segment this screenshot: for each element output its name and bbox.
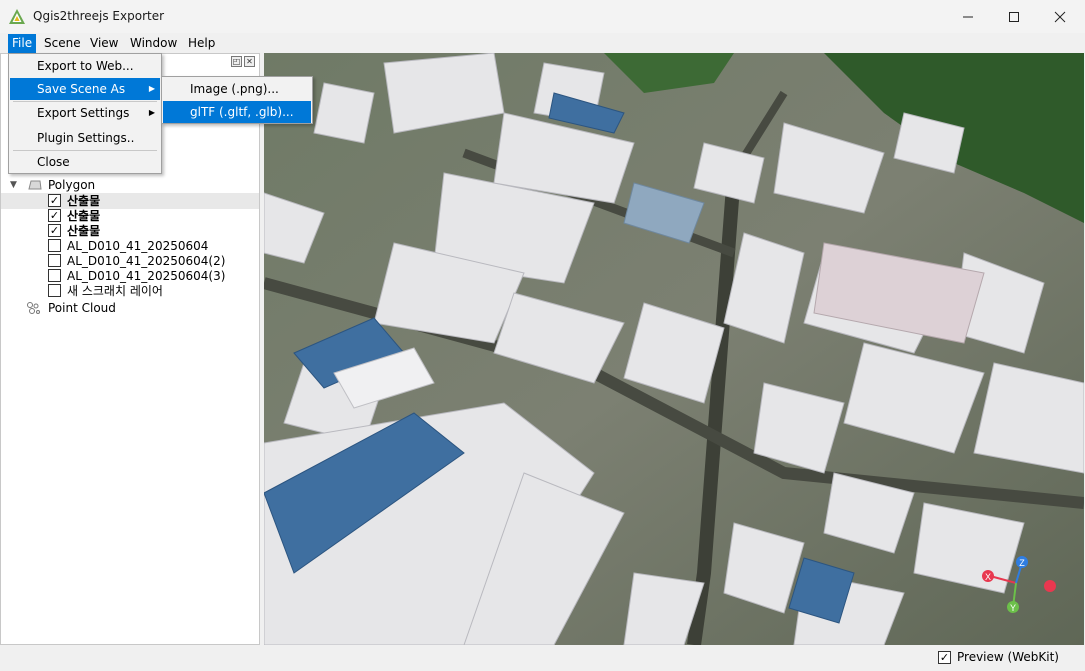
- layer-checkbox[interactable]: [48, 284, 61, 297]
- close-button[interactable]: [1037, 0, 1083, 33]
- menu-window[interactable]: Window: [126, 34, 181, 53]
- layer-label: AL_D010_41_20250604(3): [67, 269, 226, 283]
- layer-checkbox[interactable]: [48, 239, 61, 252]
- negative-axis-dot: [1044, 580, 1056, 592]
- menu-view-label: View: [90, 36, 119, 50]
- 3d-preview-viewport[interactable]: X Y Z: [264, 53, 1084, 645]
- menu-scene[interactable]: Scene: [40, 34, 85, 53]
- save-scene-as-submenu: Image (.png)... glTF (.gltf, .glb)...: [161, 76, 313, 124]
- layer-label: 새 스크래치 레이어: [67, 284, 163, 298]
- menu-plugin-settings-label: Plugin Settings..: [37, 131, 135, 145]
- menu-save-gltf[interactable]: glTF (.gltf, .glb)...: [163, 101, 311, 123]
- menu-save-image-png-label: Image (.png)...: [190, 82, 279, 96]
- menu-plugin-settings[interactable]: Plugin Settings..: [10, 127, 160, 149]
- menu-window-label: Window: [130, 36, 178, 50]
- layer-label: 산출물: [67, 224, 101, 238]
- tree-group-point-cloud-label: Point Cloud: [48, 301, 116, 315]
- menu-export-to-web-label: Export to Web...: [37, 59, 134, 73]
- layer-label: AL_D010_41_20250604: [67, 239, 209, 253]
- layer-label: AL_D010_41_20250604(2): [67, 254, 226, 268]
- menu-file[interactable]: File: [8, 34, 37, 53]
- menu-help[interactable]: Help: [184, 34, 219, 53]
- expand-arrow-icon[interactable]: ▼: [10, 177, 17, 193]
- menu-close-label: Close: [37, 155, 70, 169]
- menu-export-to-web[interactable]: Export to Web...: [10, 55, 160, 77]
- x-axis-label: X: [985, 572, 991, 582]
- menu-save-scene-as[interactable]: Save Scene As ▶: [10, 78, 160, 100]
- layer-row[interactable]: ✓ 산출물: [1, 193, 259, 209]
- layer-checkbox[interactable]: ✓: [48, 209, 61, 222]
- float-panel-button[interactable]: ◰: [231, 56, 242, 67]
- aerial-city-scene: [264, 53, 1084, 645]
- menu-close[interactable]: Close: [10, 151, 160, 173]
- minimize-icon: [963, 16, 973, 17]
- layer-checkbox[interactable]: ✓: [48, 194, 61, 207]
- maximize-button[interactable]: [991, 0, 1037, 33]
- point-cloud-icon: [27, 302, 40, 314]
- menu-export-settings[interactable]: Export Settings ▶: [10, 102, 160, 124]
- menu-save-scene-as-label: Save Scene As: [37, 82, 126, 96]
- y-axis-label: Y: [1010, 603, 1016, 613]
- file-menu-dropdown: Export to Web... Save Scene As ▶ Export S…: [8, 53, 162, 174]
- menu-help-label: Help: [188, 36, 216, 50]
- submenu-arrow-icon: ▶: [148, 108, 155, 117]
- status-bar: [0, 645, 1085, 671]
- close-icon: [1054, 11, 1066, 22]
- layer-checkbox[interactable]: ✓: [48, 224, 61, 237]
- title-bar: Qgis2threejs Exporter: [0, 0, 1085, 33]
- layer-label: 산출물: [67, 194, 101, 208]
- menu-export-settings-label: Export Settings: [37, 106, 130, 120]
- tree-group-polygon[interactable]: ▼ Polygon: [1, 177, 259, 193]
- window-title: Qgis2threejs Exporter: [33, 9, 165, 23]
- polygon-layer-icon: [28, 180, 42, 190]
- menu-file-label: File: [12, 36, 33, 50]
- menu-bar: File Scene View Window Help: [0, 33, 1085, 53]
- minimize-button[interactable]: [945, 0, 991, 33]
- menu-save-gltf-label: glTF (.gltf, .glb)...: [190, 105, 294, 119]
- submenu-arrow-icon: ▶: [148, 84, 155, 93]
- close-panel-button[interactable]: ✕: [244, 56, 255, 67]
- preview-checkbox[interactable]: ✓: [938, 651, 951, 664]
- maximize-icon: [1009, 11, 1019, 22]
- menu-view[interactable]: View: [86, 34, 122, 53]
- layer-checkbox[interactable]: [48, 254, 61, 267]
- layer-checkbox[interactable]: [48, 269, 61, 282]
- tree-group-polygon-label: Polygon: [48, 178, 96, 192]
- menu-scene-label: Scene: [44, 36, 81, 50]
- preview-webkit-label[interactable]: Preview (WebKit): [957, 650, 1059, 664]
- menu-save-image-png[interactable]: Image (.png)...: [163, 78, 311, 100]
- axis-gizmo: X Y Z: [982, 556, 1056, 613]
- panel-title-buttons: ◰ ✕: [231, 56, 255, 67]
- z-axis-label: Z: [1019, 558, 1025, 568]
- tree-group-point-cloud[interactable]: Point Cloud: [1, 300, 259, 316]
- layer-label: 산출물: [67, 209, 101, 223]
- qgis2threejs-app-icon: [9, 9, 25, 24]
